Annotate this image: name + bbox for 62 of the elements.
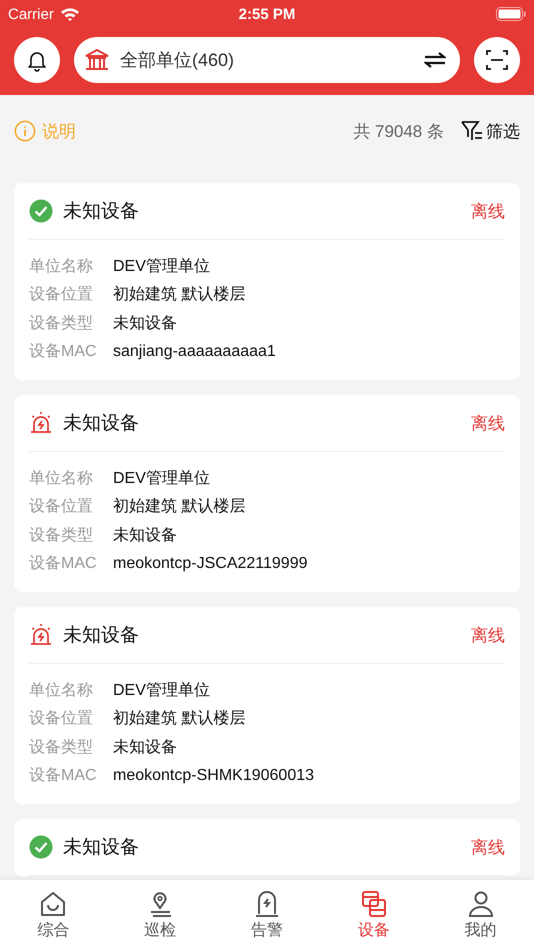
alarm-light-icon (29, 623, 53, 647)
tab-item[interactable]: 设备 (320, 880, 428, 950)
field-label: 单位名称 (29, 468, 94, 489)
total-count: 共 79048 条 (353, 120, 444, 142)
field-value: 初始建筑 默认楼层 (113, 284, 246, 306)
user-icon (466, 890, 495, 918)
field-value: DEV管理单位 (113, 680, 210, 701)
field-label: 单位名称 (29, 256, 94, 277)
status-time: 2:55 PM (238, 6, 296, 22)
check-circle-icon (29, 199, 53, 223)
device-name: 未知设备 (63, 836, 139, 860)
swap-icon (424, 51, 446, 69)
field-label: 单位名称 (29, 680, 94, 701)
field-label: 设备类型 (29, 738, 94, 758)
field-value: DEV管理单位 (113, 468, 210, 489)
device-name: 未知设备 (63, 624, 139, 648)
tab-item[interactable]: 我的 (427, 880, 534, 950)
field-label: 设备位置 (29, 709, 94, 730)
field-label: 设备位置 (29, 285, 94, 306)
filter-button[interactable]: 筛选 (460, 120, 520, 142)
devices-icon (360, 890, 388, 918)
field-value: meokontcp-JSCA22119999 (113, 554, 308, 573)
field-label: 设备MAC (29, 554, 98, 574)
field-value: 未知设备 (113, 738, 177, 758)
filter-icon (460, 120, 484, 142)
field-label: 设备类型 (29, 314, 94, 334)
device-name: 未知设备 (63, 412, 139, 436)
device-status: 离线 (471, 624, 505, 646)
tab-item[interactable]: 综合 (0, 880, 107, 950)
device-status: 离线 (471, 200, 505, 222)
device-status: 离线 (471, 836, 505, 858)
field-label: 设备位置 (29, 497, 94, 518)
device-card[interactable]: 未知设备 离线 (14, 819, 520, 876)
carrier-label: Carrier (8, 6, 54, 22)
home-icon (39, 890, 68, 918)
scan-button[interactable] (474, 37, 520, 83)
bank-icon (84, 48, 110, 72)
scan-icon (485, 48, 509, 72)
field-value: meokontcp-SHMK19060013 (113, 766, 314, 785)
device-status: 离线 (471, 412, 505, 434)
field-label: 设备MAC (29, 342, 98, 362)
field-label: 设备MAC (29, 766, 98, 786)
info-icon (14, 120, 36, 142)
device-card[interactable]: 未知设备 离线 单位名称 DEV管理单位 设备位置 初始建筑 默认楼层 设备类型 未知设备 设备MAC meokontcp-SHMK19060013 (14, 607, 520, 804)
field-value: 未知设备 (113, 526, 177, 546)
field-value: 初始建筑 默认楼层 (113, 708, 246, 730)
field-value: sanjiang-aaaaaaaaaa1 (113, 342, 276, 361)
notification-button[interactable] (14, 37, 60, 83)
field-value: DEV管理单位 (113, 256, 210, 277)
unit-selector[interactable]: 全部单位(460) (74, 37, 460, 83)
field-value: 初始建筑 默认楼层 (113, 496, 246, 518)
device-card[interactable]: 未知设备 离线 单位名称 DEV管理单位 设备位置 初始建筑 默认楼层 设备类型 未知设备 设备MAC sanjiang-aaaaaaaaaa1 (14, 183, 520, 380)
field-value: 未知设备 (113, 314, 177, 334)
tab-item[interactable]: 告警 (214, 880, 320, 950)
wifi-icon (60, 7, 80, 21)
battery-icon (496, 7, 526, 21)
tab-item[interactable]: 巡检 (106, 880, 214, 950)
check-circle-icon (29, 835, 53, 859)
alarm-light-icon (29, 411, 53, 435)
device-card[interactable]: 未知设备 离线 单位名称 DEV管理单位 设备位置 初始建筑 默认楼层 设备类型 未知设备 设备MAC meokontcp-JSCA22119999 (14, 395, 520, 592)
field-label: 设备类型 (29, 526, 94, 546)
device-name: 未知设备 (63, 200, 139, 224)
